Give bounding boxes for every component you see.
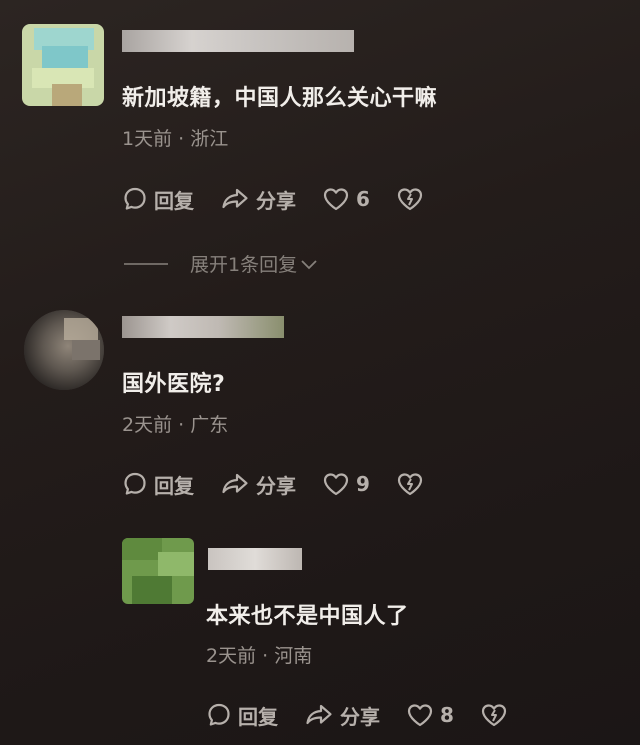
comment-text: 国外医院? [122, 372, 226, 397]
comment-actions: 回复 分享 8 [206, 700, 540, 730]
username-blurred[interactable] [122, 316, 284, 338]
divider-line [124, 262, 168, 265]
like-button[interactable]: 8 [406, 702, 454, 728]
like-count: 6 [356, 187, 370, 211]
like-count: 8 [440, 703, 454, 727]
broken-heart-icon [481, 704, 507, 727]
comment-actions: 回复 分享 9 [122, 469, 456, 499]
comment-actions: 回复 分享 6 [122, 184, 456, 214]
reply-button[interactable]: 回复 [122, 470, 194, 499]
share-label: 分享 [256, 473, 296, 498]
share-button[interactable]: 分享 [220, 470, 296, 499]
dislike-button[interactable] [396, 471, 430, 497]
share-icon [222, 473, 248, 494]
share-button[interactable]: 分享 [220, 185, 296, 214]
reply-icon [208, 703, 230, 726]
comment-meta: 2天前 · 河南 [206, 645, 313, 667]
reply-label: 回复 [154, 188, 194, 213]
heart-icon [323, 473, 349, 496]
dislike-button[interactable] [480, 702, 514, 728]
reply-button[interactable]: 回复 [206, 701, 278, 730]
share-label: 分享 [256, 188, 296, 213]
chevron-down-icon [301, 259, 317, 269]
avatar[interactable] [122, 538, 194, 604]
broken-heart-icon [397, 473, 423, 496]
share-label: 分享 [340, 704, 380, 729]
comment-text: 本来也不是中国人了 [206, 604, 409, 629]
expand-replies[interactable]: 展开1条回复 [124, 250, 319, 277]
username-blurred[interactable] [122, 30, 354, 52]
reply-icon [124, 187, 146, 210]
reply-label: 回复 [154, 473, 194, 498]
share-button[interactable]: 分享 [304, 701, 380, 730]
reply-icon [124, 472, 146, 495]
heart-icon [323, 188, 349, 211]
like-button[interactable]: 6 [322, 186, 370, 212]
username-blurred[interactable] [208, 548, 302, 570]
comment-meta: 1天前 · 浙江 [122, 128, 229, 150]
avatar[interactable] [24, 310, 104, 390]
comment-meta: 2天前 · 广东 [122, 414, 229, 436]
comment-text: 新加坡籍，中国人那么关心干嘛 [122, 86, 438, 111]
like-button[interactable]: 9 [322, 471, 370, 497]
reply-button[interactable]: 回复 [122, 185, 194, 214]
heart-icon [407, 704, 433, 727]
broken-heart-icon [397, 188, 423, 211]
share-icon [222, 188, 248, 209]
expand-replies-label: 展开1条回复 [190, 254, 298, 276]
like-count: 9 [356, 472, 370, 496]
share-icon [306, 704, 332, 725]
avatar[interactable] [22, 24, 104, 106]
reply-label: 回复 [238, 704, 278, 729]
dislike-button[interactable] [396, 186, 430, 212]
